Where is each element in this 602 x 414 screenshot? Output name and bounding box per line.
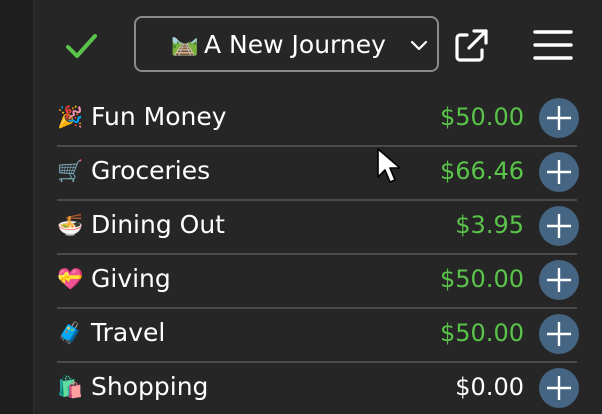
category-row-travel[interactable]: 🧳 Travel $50.00 xyxy=(57,308,579,363)
check-icon[interactable] xyxy=(62,26,102,66)
category-amount: $50.00 xyxy=(440,265,524,293)
shopping-bags-icon: 🛍️ xyxy=(57,375,84,399)
add-button[interactable] xyxy=(539,368,579,408)
mouse-cursor-icon xyxy=(376,147,402,187)
external-link-icon[interactable] xyxy=(451,26,491,66)
category-amount: $0.00 xyxy=(455,373,524,401)
category-name: Groceries xyxy=(91,156,211,185)
budget-emoji: 🛤️ xyxy=(171,32,199,57)
category-row-groceries[interactable]: 🛒 Groceries $66.46 xyxy=(57,146,579,201)
hamburger-menu-icon[interactable] xyxy=(532,28,574,62)
category-name: Shopping xyxy=(91,372,209,401)
noodle-bowl-icon: 🍜 xyxy=(57,213,84,237)
category-row-giving[interactable]: 💝 Giving $50.00 xyxy=(57,254,579,309)
luggage-icon: 🧳 xyxy=(57,321,84,345)
party-popper-icon: 🎉 xyxy=(57,105,84,129)
category-name: Dining Out xyxy=(91,210,225,239)
plus-icon xyxy=(547,322,571,346)
add-button[interactable] xyxy=(539,98,579,138)
category-name: Fun Money xyxy=(91,102,227,131)
plus-icon xyxy=(547,214,571,238)
category-row-shopping[interactable]: 🛍️ Shopping $0.00 xyxy=(57,362,579,414)
category-amount: $66.46 xyxy=(440,157,524,185)
heart-gift-icon: 💝 xyxy=(57,267,84,291)
category-amount: $50.00 xyxy=(440,319,524,347)
budget-name: A New Journey xyxy=(204,30,386,59)
budget-select[interactable]: 🛤️ A New Journey xyxy=(134,16,439,72)
plus-icon xyxy=(547,268,571,292)
add-button[interactable] xyxy=(539,206,579,246)
category-row-dining-out[interactable]: 🍜 Dining Out $3.95 xyxy=(57,200,579,255)
category-amount: $3.95 xyxy=(455,211,524,239)
app-window: 🛤️ A New Journey 🎉 Fun Money $50.00 🛒 Gr… xyxy=(0,0,602,414)
plus-icon xyxy=(547,376,571,400)
add-button[interactable] xyxy=(539,314,579,354)
add-button[interactable] xyxy=(539,260,579,300)
shopping-cart-icon: 🛒 xyxy=(57,159,84,183)
category-name: Giving xyxy=(91,264,171,293)
left-edge-panel xyxy=(0,0,34,414)
category-name: Travel xyxy=(91,318,166,347)
add-button[interactable] xyxy=(539,152,579,192)
category-row-fun-money[interactable]: 🎉 Fun Money $50.00 xyxy=(57,92,579,147)
category-amount: $50.00 xyxy=(440,103,524,131)
chevron-down-icon xyxy=(409,35,429,55)
plus-icon xyxy=(547,160,571,184)
plus-icon xyxy=(547,106,571,130)
